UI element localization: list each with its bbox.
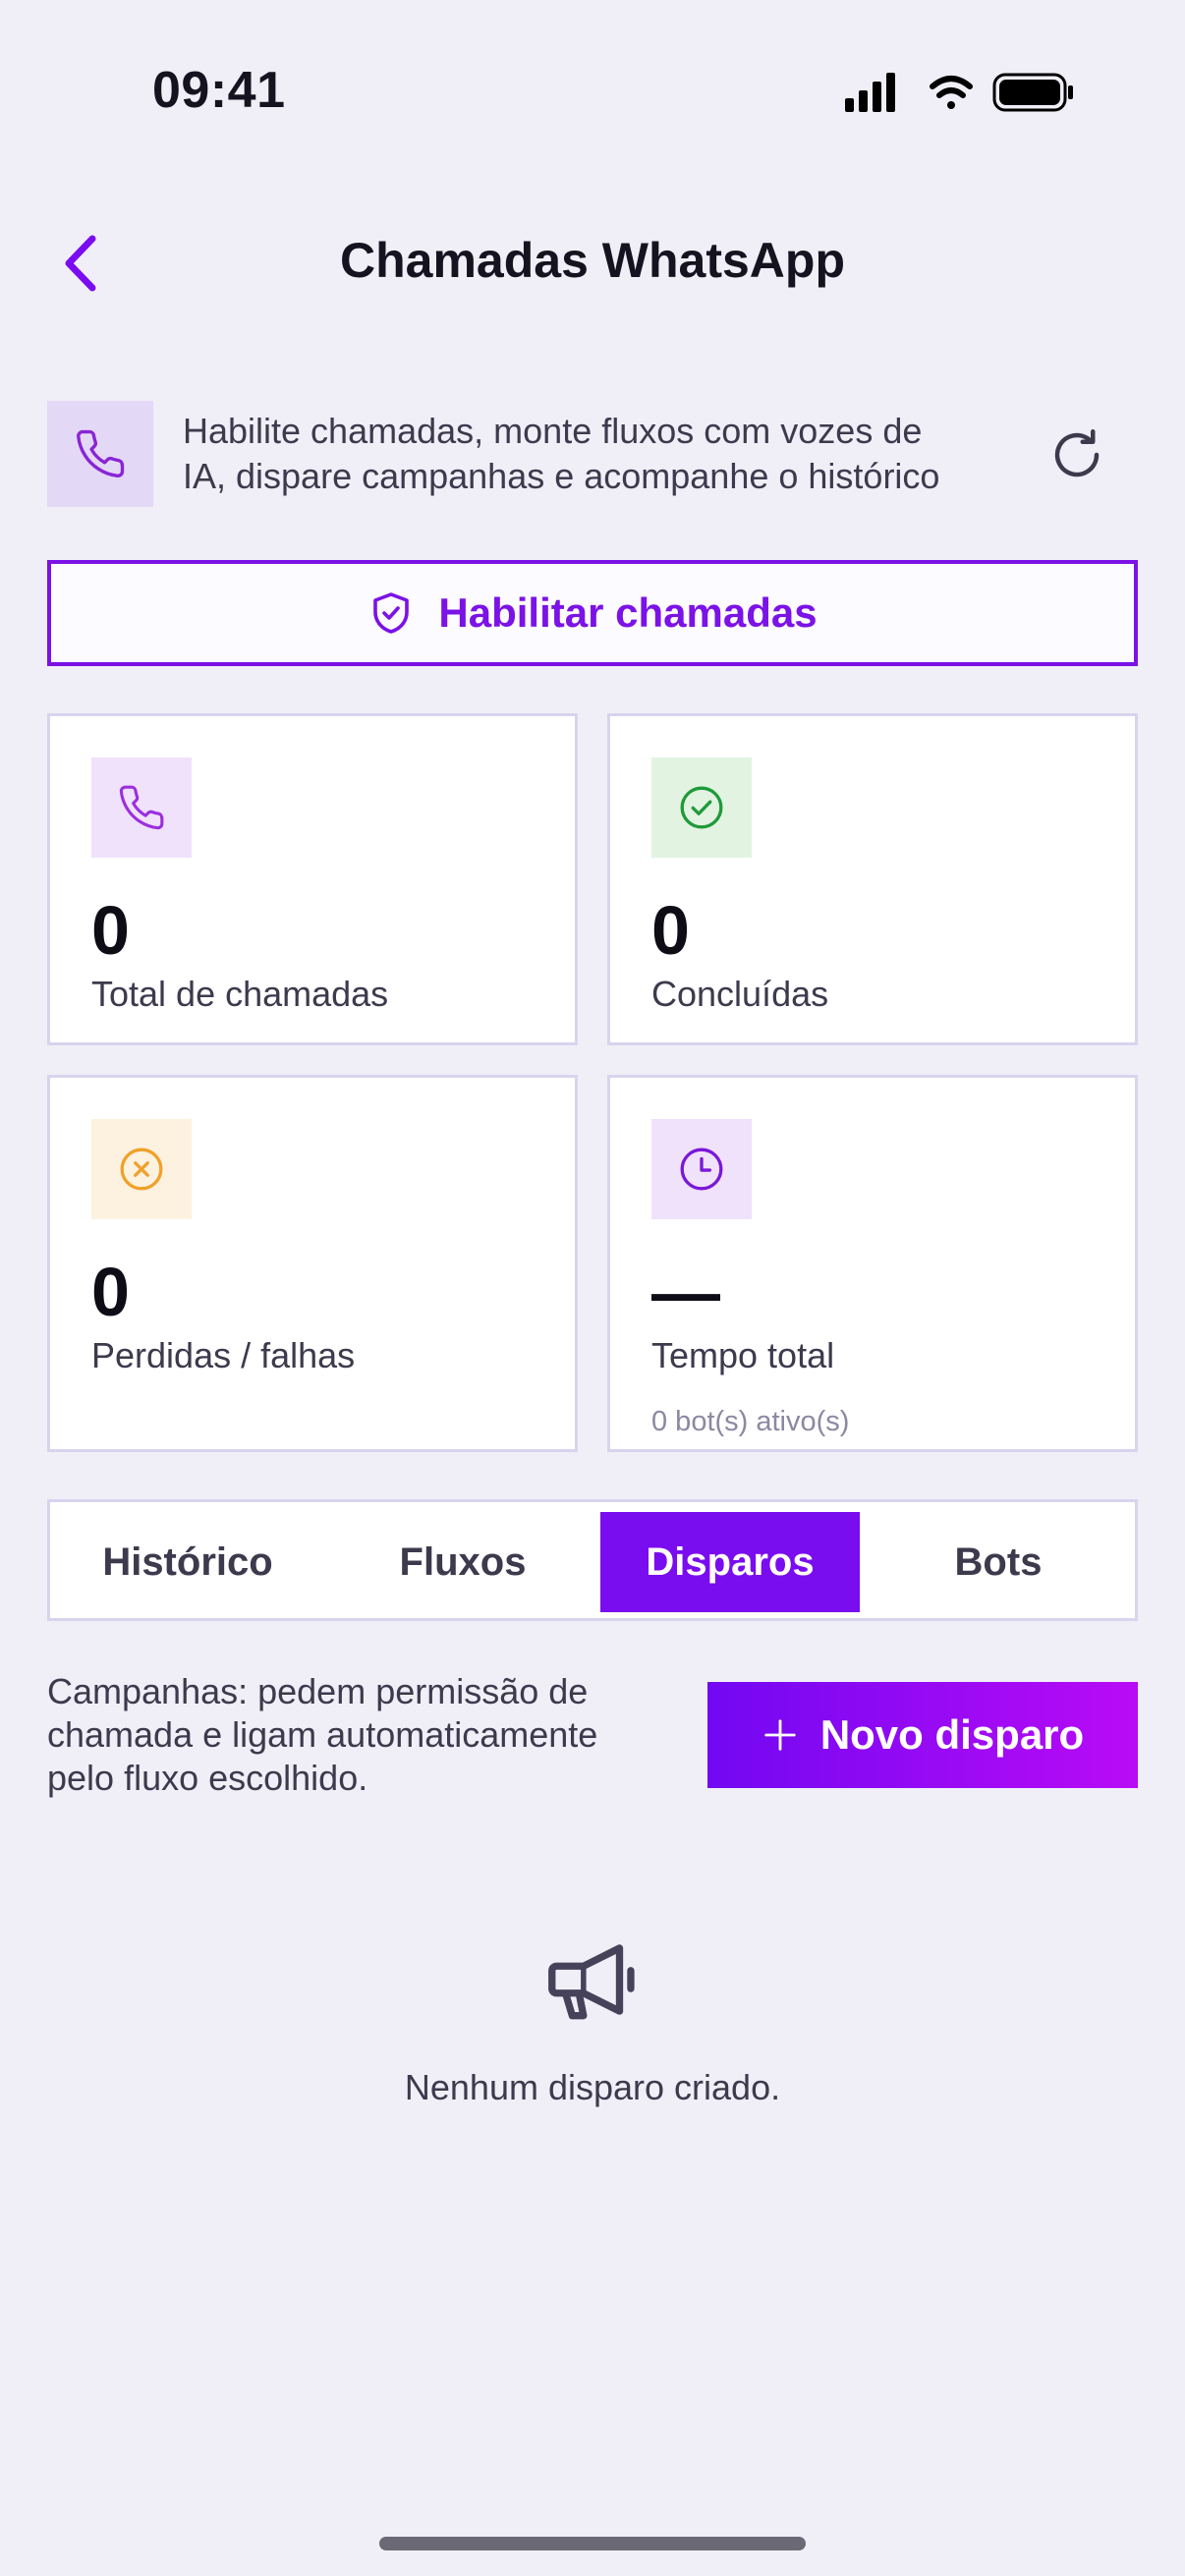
tab-historico[interactable]: Histórico (60, 1512, 315, 1612)
stat-value: 0 (651, 892, 690, 969)
stat-value: 0 (91, 892, 130, 969)
check-circle-icon (680, 786, 723, 829)
stat-card-total: 0 Total de chamadas (47, 713, 578, 1045)
tab-bots[interactable]: Bots (870, 1512, 1127, 1612)
status-time: 09:41 (152, 62, 286, 119)
refresh-icon (1054, 429, 1100, 477)
page-title: Chamadas WhatsApp (340, 233, 845, 288)
stat-label: Concluídas (651, 974, 829, 1014)
campaigns-line-2: chamada e ligam automaticamente (47, 1714, 598, 1755)
refresh-button[interactable] (1042, 417, 1112, 493)
wifi-icon (930, 76, 973, 109)
tab-bar: Histórico Fluxos Disparos Bots (47, 1499, 1138, 1621)
campaigns-line-1: Campanhas: pedem permissão de (47, 1671, 589, 1711)
info-phone-badge (47, 401, 153, 507)
info-description: Habilite chamadas, monte fluxos com voze… (183, 409, 998, 499)
tab-disparos[interactable]: Disparos (600, 1512, 860, 1612)
home-indicator[interactable] (379, 2537, 806, 2550)
stat-icon-box (651, 1119, 752, 1219)
stat-label: Perdidas / falhas (91, 1335, 356, 1375)
campaigns-description: Campanhas: pedem permissão de chamada e … (47, 1670, 676, 1800)
stat-value: — (651, 1254, 720, 1330)
shield-check-icon (373, 592, 410, 634)
megaphone-icon (538, 1926, 647, 2034)
stat-label: Tempo total (651, 1335, 835, 1375)
new-campaign-button[interactable]: Novo disparo (707, 1682, 1138, 1788)
stat-value: 0 (91, 1254, 130, 1330)
battery-icon (992, 73, 1073, 112)
campaigns-line-3: pelo fluxo escolhido. (47, 1758, 368, 1798)
stat-icon-box (91, 1119, 192, 1219)
plus-icon (764, 1719, 796, 1751)
empty-state-text: Nenhum disparo criado. (404, 2067, 781, 2107)
phone-icon (77, 429, 125, 477)
status-icons (845, 69, 1081, 118)
info-line-1: Habilite chamadas, monte fluxos com voze… (183, 411, 923, 451)
enable-calls-button[interactable]: Habilitar chamadas (47, 560, 1138, 666)
info-line-2: IA, dispare campanhas e acompanhe o hist… (183, 456, 940, 496)
stat-icon-box (651, 757, 752, 858)
clock-icon (680, 1148, 723, 1191)
new-campaign-label: Novo disparo (819, 1711, 1085, 1758)
stat-icon-box (91, 757, 192, 858)
enable-calls-label: Habilitar chamadas (438, 589, 818, 636)
tab-fluxos[interactable]: Fluxos (335, 1512, 591, 1612)
signal-icon (845, 73, 895, 112)
phone-icon (119, 785, 164, 830)
stat-sublabel: 0 bot(s) ativo(s) (651, 1406, 850, 1437)
stat-card-total-time: — Tempo total 0 bot(s) ativo(s) (607, 1075, 1138, 1452)
stat-card-missed: 0 Perdidas / falhas (47, 1075, 578, 1452)
x-circle-icon (120, 1148, 163, 1191)
stat-card-completed: 0 Concluídas (607, 713, 1138, 1045)
stat-label: Total de chamadas (91, 974, 389, 1014)
